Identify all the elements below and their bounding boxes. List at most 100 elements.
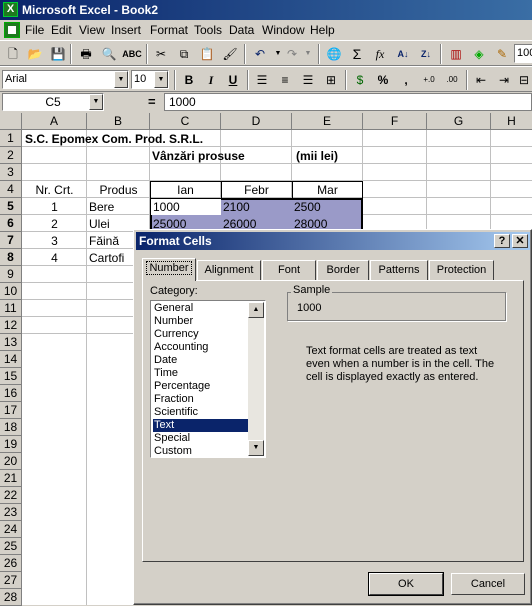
select-all-corner[interactable] (0, 113, 22, 130)
category-currency[interactable]: Currency (153, 328, 250, 341)
row-header-8[interactable]: 8 (0, 249, 22, 266)
column-header-b[interactable]: B (87, 113, 150, 130)
cell-b6[interactable]: Ulei (87, 216, 112, 232)
row-header-13[interactable]: 13 (0, 334, 22, 351)
autosum-icon[interactable]: Σ (347, 44, 367, 64)
row-header-16[interactable]: 16 (0, 385, 22, 402)
tab-font[interactable]: Font (262, 260, 316, 280)
function-icon[interactable]: fx (370, 44, 390, 64)
map-icon[interactable]: ◈ (469, 44, 489, 64)
tab-border[interactable]: Border (317, 260, 369, 280)
font-size-combo[interactable]: 10 ▼ (131, 70, 169, 89)
row-header-15[interactable]: 15 (0, 368, 22, 385)
category-fraction[interactable]: Fraction (153, 393, 250, 406)
open-icon[interactable]: 📂 (25, 44, 45, 64)
menu-view[interactable]: View (78, 22, 106, 38)
formula-input[interactable]: 1000 (164, 93, 532, 111)
category-time[interactable]: Time (153, 367, 250, 380)
row-header-11[interactable]: 11 (0, 300, 22, 317)
cell-c4[interactable]: Ian (150, 182, 221, 198)
row-header-2[interactable]: 2 (0, 147, 22, 164)
name-box[interactable]: C5 ▼ (2, 93, 104, 111)
chevron-down-icon[interactable]: ▼ (114, 71, 128, 88)
category-text[interactable]: Text (153, 419, 250, 432)
print-icon[interactable]: 🖶 (76, 44, 96, 64)
category-scrollbar[interactable]: ▲ ▼ (248, 302, 264, 456)
menu-data[interactable]: Data (228, 22, 255, 38)
row-header-6[interactable]: 6 (0, 215, 22, 232)
row-header-26[interactable]: 26 (0, 555, 22, 572)
decrease-indent-icon[interactable]: ⇤ (471, 70, 491, 90)
cell-d4[interactable]: Febr (221, 182, 292, 198)
sort-descending-icon[interactable]: Z↓ (416, 44, 436, 64)
sort-ascending-icon[interactable]: A↓ (393, 44, 413, 64)
percent-icon[interactable]: % (373, 70, 393, 90)
scroll-up-icon[interactable]: ▲ (248, 302, 264, 318)
row-header-21[interactable]: 21 (0, 470, 22, 487)
increase-indent-icon[interactable]: ⇥ (494, 70, 514, 90)
redo-dropdown-icon[interactable]: ▼ (298, 44, 318, 64)
category-special[interactable]: Special (153, 432, 250, 445)
category-percentage[interactable]: Percentage (153, 380, 250, 393)
scroll-down-icon[interactable]: ▼ (248, 440, 264, 456)
row-header-5[interactable]: 5 (0, 198, 22, 215)
dialog-title-bar[interactable]: Format Cells ? ✕ (136, 232, 530, 250)
align-left-icon[interactable]: ☰ (252, 70, 272, 90)
cell-a1[interactable]: S.C. Epomex Com. Prod. S.R.L. (23, 131, 205, 147)
row-header-9[interactable]: 9 (0, 266, 22, 283)
cell-d5[interactable]: 2100 (221, 199, 252, 215)
tab-protection[interactable]: Protection (429, 260, 494, 280)
menu-format[interactable]: Format (149, 22, 189, 38)
borders-icon[interactable]: ⊟ (514, 70, 532, 90)
row-header-28[interactable]: 28 (0, 589, 22, 606)
menu-file[interactable]: File (24, 22, 45, 38)
cell-a7[interactable]: 3 (22, 233, 87, 249)
drawing-icon[interactable]: ✎ (492, 44, 512, 64)
cell-b7[interactable]: Făină (87, 233, 121, 249)
row-header-18[interactable]: 18 (0, 419, 22, 436)
chart-wizard-icon[interactable]: ▥ (446, 44, 466, 64)
print-preview-icon[interactable]: 🔍 (99, 44, 119, 64)
row-header-23[interactable]: 23 (0, 504, 22, 521)
row-header-19[interactable]: 19 (0, 436, 22, 453)
italic-button[interactable]: I (201, 70, 221, 90)
category-date[interactable]: Date (153, 354, 250, 367)
cell-b4[interactable]: Produs (87, 182, 150, 198)
tab-number[interactable]: Number (142, 258, 196, 281)
row-header-12[interactable]: 12 (0, 317, 22, 334)
paste-icon[interactable]: 📋 (197, 44, 217, 64)
menu-insert[interactable]: Insert (110, 22, 142, 38)
merge-center-icon[interactable]: ⊞ (321, 70, 341, 90)
menu-edit[interactable]: Edit (50, 22, 73, 38)
spelling-icon[interactable]: ABC (122, 44, 142, 64)
decrease-decimal-icon[interactable]: .00 (442, 70, 462, 90)
menu-window[interactable]: Window (261, 22, 306, 38)
row-header-3[interactable]: 3 (0, 164, 22, 181)
cell-a6[interactable]: 2 (22, 216, 87, 232)
new-icon[interactable]: 🗋 (3, 44, 23, 64)
row-header-20[interactable]: 20 (0, 453, 22, 470)
category-list[interactable]: General Number Currency Accounting Date … (150, 300, 266, 458)
bold-button[interactable]: B (179, 70, 199, 90)
format-painter-icon[interactable]: 🖌 (220, 44, 240, 64)
column-header-a[interactable]: A (22, 113, 87, 130)
underline-button[interactable]: U (223, 70, 243, 90)
currency-icon[interactable]: $ (350, 70, 370, 90)
cell-b5[interactable]: Bere (87, 199, 116, 215)
cell-e5[interactable]: 2500 (292, 199, 323, 215)
column-header-h[interactable]: H (491, 113, 532, 130)
chevron-down-icon[interactable]: ▼ (154, 71, 168, 88)
category-custom[interactable]: Custom (153, 445, 250, 458)
column-header-d[interactable]: D (221, 113, 292, 130)
close-icon[interactable]: ✕ (512, 234, 528, 248)
cut-icon[interactable]: ✂ (151, 44, 171, 64)
tab-patterns[interactable]: Patterns (370, 260, 428, 280)
align-right-icon[interactable]: ☰ (298, 70, 318, 90)
row-header-10[interactable]: 10 (0, 283, 22, 300)
row-header-22[interactable]: 22 (0, 487, 22, 504)
category-general[interactable]: General (153, 302, 250, 315)
column-header-c[interactable]: C (150, 113, 221, 130)
column-header-g[interactable]: G (427, 113, 491, 130)
row-header-17[interactable]: 17 (0, 402, 22, 419)
column-header-e[interactable]: E (292, 113, 363, 130)
